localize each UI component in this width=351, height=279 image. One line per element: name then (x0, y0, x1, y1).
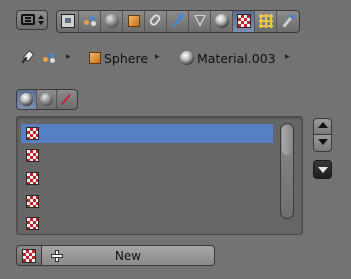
triangle-down-icon (318, 139, 328, 145)
scrollbar-thumb[interactable] (282, 125, 292, 155)
texture-checker-icon (26, 217, 39, 230)
breadcrumb-material: Material.003 (197, 51, 276, 66)
tab-object[interactable] (123, 11, 145, 32)
material-texture-icon (40, 93, 53, 106)
texture-context-tabs (16, 89, 78, 110)
tab-material[interactable] (211, 11, 233, 32)
triangle-up-icon (318, 122, 328, 128)
breadcrumb: ▸ Sphere ▸ Material.003 ▸ (0, 46, 351, 72)
slot-specials-menu-button[interactable] (313, 160, 332, 179)
browse-texture-button[interactable] (16, 245, 42, 266)
list-item[interactable] (21, 214, 273, 233)
tab-render[interactable] (57, 11, 79, 32)
texture-checker-icon (26, 149, 39, 162)
render-camera-icon (61, 14, 75, 28)
new-texture-button[interactable]: New (42, 245, 215, 266)
triangle-down-icon (318, 167, 328, 173)
texture-checker-icon (26, 127, 39, 140)
breadcrumb-separator-icon: ▸ (285, 52, 290, 62)
list-scrollbar[interactable] (280, 123, 294, 219)
list-item[interactable] (21, 169, 273, 188)
list-item[interactable] (21, 192, 273, 211)
properties-header (0, 0, 351, 38)
mesh-data-icon (193, 14, 207, 28)
physics-icon (281, 14, 295, 28)
texture-slot-list[interactable] (16, 116, 303, 235)
world-icon (105, 14, 119, 28)
pin-icon[interactable] (20, 51, 34, 65)
properties-context-tabs (56, 10, 300, 33)
tab-material-texture[interactable] (37, 90, 57, 109)
breadcrumb-object: Sphere (104, 51, 149, 66)
breadcrumb-separator-icon: ▸ (66, 52, 71, 62)
move-slot-down-button[interactable] (313, 135, 332, 152)
tab-world[interactable] (101, 11, 123, 32)
move-slot-up-button[interactable] (313, 118, 332, 135)
tab-particles[interactable] (255, 11, 277, 32)
material-sphere-icon (215, 14, 229, 28)
list-item[interactable] (21, 146, 273, 165)
list-item[interactable] (21, 124, 273, 143)
properties-editor-icon (21, 14, 35, 25)
breadcrumb-separator-icon: ▸ (155, 52, 160, 62)
particles-icon (259, 14, 273, 28)
texture-checker-icon (237, 14, 251, 28)
new-button-label: New (114, 249, 142, 263)
scene-icon (83, 14, 97, 28)
material-sphere-icon (180, 51, 194, 65)
brush-texture-icon (60, 93, 73, 106)
texture-checker-icon (22, 249, 36, 263)
dropdown-arrows-icon (38, 15, 44, 25)
tab-brush-texture[interactable] (57, 90, 77, 109)
object-cube-icon (89, 52, 101, 64)
tab-physics[interactable] (277, 11, 299, 32)
tab-texture[interactable] (233, 11, 255, 32)
tab-scene[interactable] (79, 11, 101, 32)
wrench-icon (171, 13, 185, 28)
object-cube-icon (128, 15, 140, 27)
scene-icon (42, 51, 56, 65)
tab-world-texture[interactable] (17, 90, 37, 109)
tab-modifiers[interactable] (167, 11, 189, 32)
world-texture-icon (20, 93, 33, 106)
editor-type-menu[interactable] (16, 10, 48, 30)
texture-checker-icon (26, 172, 39, 185)
tab-data[interactable] (189, 11, 211, 32)
texture-checker-icon (26, 195, 39, 208)
tab-constraints[interactable] (145, 11, 167, 32)
constraint-link-icon (148, 12, 162, 28)
